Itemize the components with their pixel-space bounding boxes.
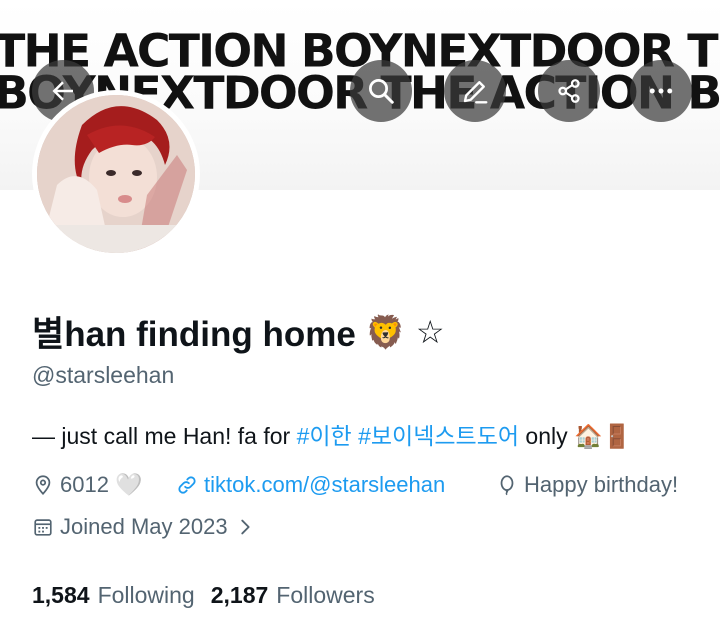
joined-text: Joined May 2023 [60,514,228,539]
followers-count: 2,187 [210,582,269,608]
edit-icon [463,81,488,104]
display-name: 별han finding home [32,315,356,354]
following-label: Following [97,582,195,608]
location-icon [35,475,51,495]
link-icon [178,476,196,494]
name-emojis: 🦁 ☆ [365,312,445,351]
avatar-image [37,95,195,253]
following-link[interactable]: 1,584 Following [32,582,195,609]
balloon-icon [500,475,514,496]
more-button[interactable] [630,60,692,122]
birthday-text: Happy birthday! [524,472,679,497]
website-link[interactable]: tiktok.com/@starsleehan [204,472,445,498]
followers-label: Followers [276,582,375,608]
search-button[interactable] [350,60,412,122]
website-item[interactable]: tiktok.com/@starsleehan [176,472,445,498]
bio-prefix: — just call me Han! fa for [32,423,297,449]
location-item: 6012 🤍 [32,472,142,498]
joined-item[interactable]: Joined May 2023 [32,514,256,540]
share-button[interactable] [538,60,600,122]
location-text: 6012 🤍 [60,472,143,497]
bio: — just call me Han! fa for #이한 #보이넥스트도어 … [32,417,631,451]
hashtag-link-2[interactable]: #보이넥스트도어 [358,423,519,449]
share-icon [558,79,580,103]
calendar-icon [34,519,52,536]
search-icon [369,79,394,104]
edit-button[interactable] [444,60,506,122]
bio-suffix: only 🏠🚪 [519,423,632,449]
display-name-row: 별han finding home 🦁 ☆ [32,306,445,357]
user-handle: @starsleehan [32,362,175,388]
followers-link[interactable]: 2,187 Followers [211,582,375,609]
chevron-right-icon [240,519,250,535]
following-count: 1,584 [32,582,90,608]
more-icon [649,88,673,94]
follow-stats: 1,584 Following 2,187 Followers [32,582,375,609]
hashtag-link-1[interactable]: #이한 [297,423,352,449]
avatar[interactable] [32,90,200,258]
birthday-item: Happy birthday! [496,472,678,498]
